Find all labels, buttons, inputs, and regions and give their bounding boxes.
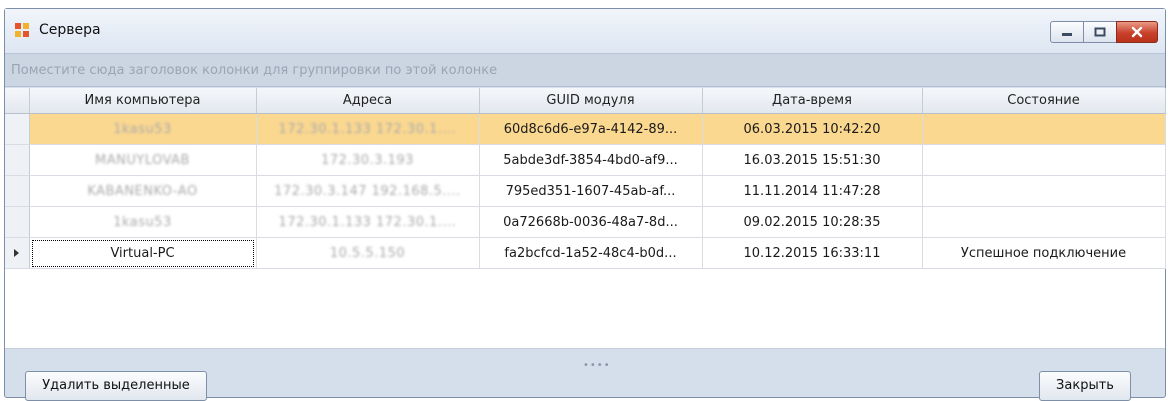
column-header-guid[interactable]: GUID модуля — [479, 88, 703, 114]
table-row[interactable]: 1kasu53 172.30.1.133 172.30.1.... 0a7266… — [5, 206, 1166, 238]
cell-state[interactable] — [922, 113, 1166, 145]
cell-guid[interactable]: 60d8c6d6-e97a-4142-89... — [479, 113, 703, 145]
cell-state[interactable] — [922, 175, 1166, 207]
cell-datetime[interactable]: 16.03.2015 15:51:30 — [702, 144, 923, 176]
table-row[interactable]: 1kasu53 172.30.1.133 172.30.1.... 60d8c6… — [5, 113, 1166, 145]
row-indicator[interactable] — [5, 144, 30, 176]
title-bar[interactable]: Сервера — [5, 9, 1165, 54]
cell-datetime[interactable]: 10.12.2015 16:33:11 — [702, 237, 923, 269]
cell-addresses[interactable]: 172.30.3.193 — [256, 144, 480, 176]
servers-table: Имя компьютера Адреса GUID модуля Дата-в… — [5, 88, 1166, 269]
cell-guid[interactable]: fa2bcfcd-1a52-48c4-b0d... — [479, 237, 703, 269]
cell-addresses[interactable]: 172.30.3.147 192.168.5.... — [256, 175, 480, 207]
minimize-icon — [1062, 33, 1072, 36]
row-indicator-header — [5, 88, 30, 114]
window-title: Сервера — [39, 22, 101, 38]
column-header-state[interactable]: Состояние — [922, 88, 1166, 114]
close-button[interactable]: Закрыть — [1039, 371, 1131, 401]
cell-computer-name[interactable]: 1kasu53 — [29, 206, 257, 238]
servers-grid[interactable]: Имя компьютера Адреса GUID модуля Дата-в… — [5, 88, 1166, 349]
group-by-hint: Поместите сюда заголовок колонки для гру… — [11, 63, 498, 78]
header-row: Имя компьютера Адреса GUID модуля Дата-в… — [5, 88, 1166, 114]
close-window-button[interactable] — [1116, 21, 1158, 43]
row-indicator-current[interactable] — [5, 237, 30, 269]
cell-state[interactable] — [922, 144, 1166, 176]
cell-computer-name[interactable]: KABANENKO-AO — [29, 175, 257, 207]
delete-selected-button[interactable]: Удалить выделенные — [25, 371, 207, 401]
cell-datetime[interactable]: 06.03.2015 10:42:20 — [702, 113, 923, 145]
cell-computer-name[interactable]: 1kasu53 — [29, 113, 257, 145]
maximize-icon — [1094, 27, 1106, 37]
cell-computer-name[interactable]: MANUYLOVAB — [29, 144, 257, 176]
table-row[interactable]: Virtual-PC 10.5.5.150 fa2bcfcd-1a52-48c4… — [5, 237, 1166, 269]
cell-guid[interactable]: 5abde3df-3854-4bd0-af9... — [479, 144, 703, 176]
servers-window: Сервера Поместите сюда заголовок колонки… — [4, 8, 1166, 401]
row-indicator[interactable] — [5, 113, 30, 145]
window-controls — [1050, 21, 1158, 43]
cell-addresses[interactable]: 172.30.1.133 172.30.1.... — [256, 113, 480, 145]
cell-addresses[interactable]: 10.5.5.150 — [256, 237, 480, 269]
focused-cell[interactable]: Virtual-PC — [31, 239, 254, 267]
close-icon — [1131, 26, 1143, 38]
cell-guid[interactable]: 0a72668b-0036-48a7-8d... — [479, 206, 703, 238]
cell-computer-name[interactable]: Virtual-PC — [29, 237, 257, 269]
cell-datetime[interactable]: 11.11.2014 11:47:28 — [702, 175, 923, 207]
column-header-computer-name[interactable]: Имя компьютера — [29, 88, 257, 114]
splitter-grip-icon[interactable]: •••• — [583, 361, 610, 371]
row-indicator[interactable] — [5, 206, 30, 238]
column-header-datetime[interactable]: Дата-время — [702, 88, 923, 114]
row-indicator[interactable] — [5, 175, 30, 207]
app-icon — [15, 23, 29, 37]
cell-datetime[interactable]: 09.02.2015 10:28:35 — [702, 206, 923, 238]
cell-state[interactable]: Успешное подключение — [922, 237, 1166, 269]
minimize-button[interactable] — [1050, 21, 1084, 43]
cell-guid[interactable]: 795ed351-1607-45ab-af... — [479, 175, 703, 207]
current-row-arrow-icon — [14, 248, 20, 257]
column-header-addresses[interactable]: Адреса — [256, 88, 480, 114]
cell-state[interactable] — [922, 206, 1166, 238]
table-row[interactable]: MANUYLOVAB 172.30.3.193 5abde3df-3854-4b… — [5, 144, 1166, 176]
group-by-panel[interactable]: Поместите сюда заголовок колонки для гру… — [5, 54, 1165, 87]
table-row[interactable]: KABANENKO-AO 172.30.3.147 192.168.5.... … — [5, 175, 1166, 207]
cell-addresses[interactable]: 172.30.1.133 172.30.1.... — [256, 206, 480, 238]
maximize-button[interactable] — [1083, 21, 1117, 43]
caption-strip — [0, 0, 1168, 8]
